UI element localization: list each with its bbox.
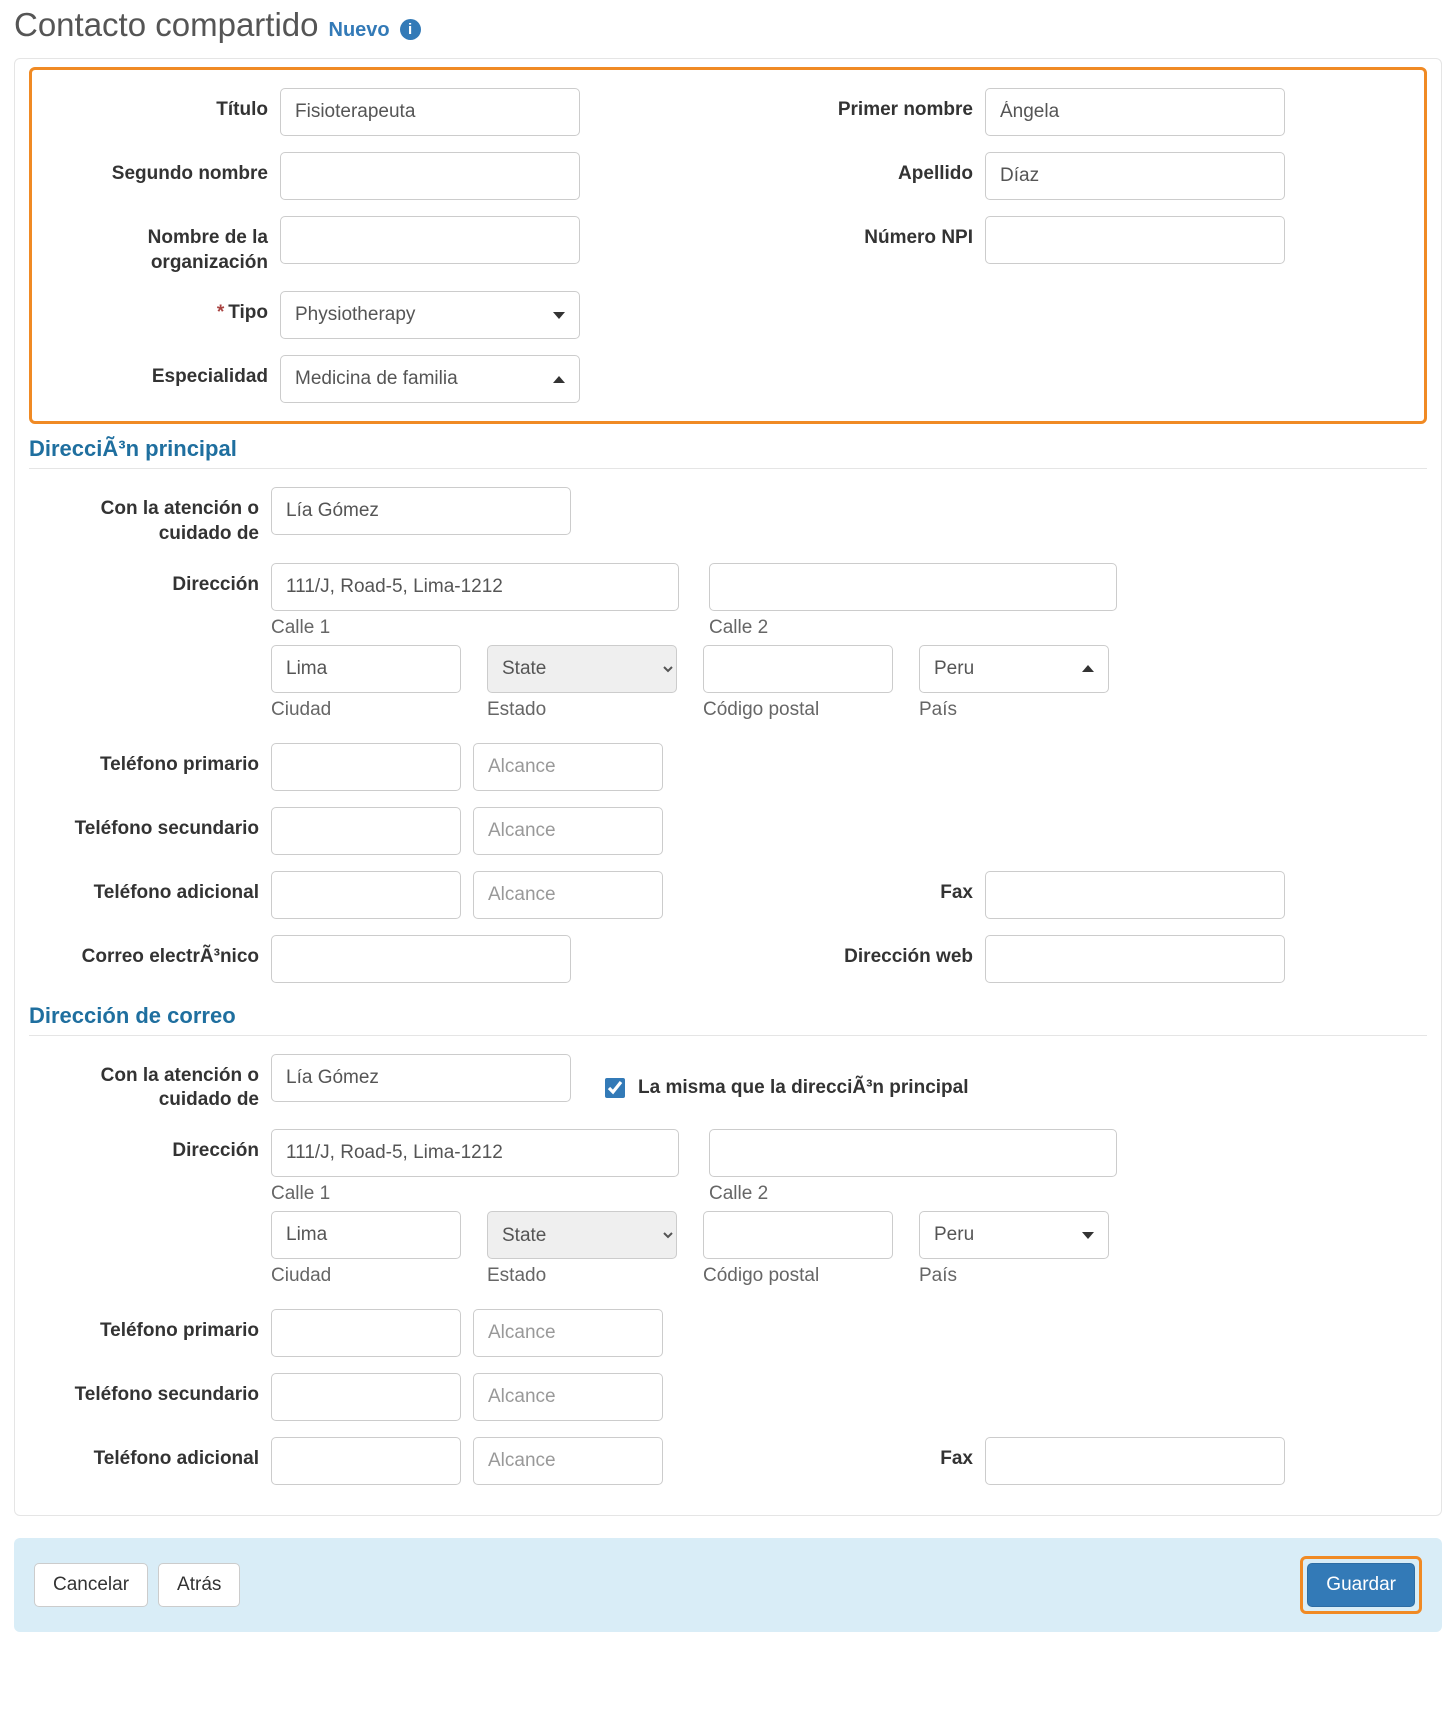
pais-dropdown-p[interactable]: Peru bbox=[919, 645, 1109, 693]
primer-nombre-input[interactable] bbox=[985, 88, 1285, 136]
titulo-input[interactable] bbox=[280, 88, 580, 136]
sublabel-cp-p: Código postal bbox=[703, 699, 893, 721]
label-tel3-p: Teléfono adicional bbox=[29, 871, 259, 906]
tel3-input-p[interactable] bbox=[271, 871, 461, 919]
sublabel-calle2-p: Calle 2 bbox=[709, 617, 1117, 639]
segundo-nombre-input[interactable] bbox=[280, 152, 580, 200]
sublabel-ciudad-p: Ciudad bbox=[271, 699, 461, 721]
page-subtitle: Nuevo bbox=[329, 19, 390, 42]
cp-input-c[interactable] bbox=[703, 1211, 893, 1259]
care-of-input-p[interactable] bbox=[271, 487, 571, 535]
sublabel-estado-c: Estado bbox=[487, 1265, 677, 1287]
alc1-input-c[interactable] bbox=[473, 1309, 663, 1357]
form-panel: Título Primer nombre Segundo nombre Apel… bbox=[14, 58, 1442, 1516]
label-org: Nombre de la organización bbox=[38, 216, 268, 275]
section-direccion-correo: Dirección de correo bbox=[29, 999, 1427, 1036]
label-tel1-p: Teléfono primario bbox=[29, 743, 259, 778]
label-tel3-c: Teléfono adicional bbox=[29, 1437, 259, 1472]
label-npi: Número NPI bbox=[743, 216, 973, 251]
calle1-input-p[interactable] bbox=[271, 563, 679, 611]
chevron-up-icon bbox=[1082, 665, 1094, 672]
same-as-primary-checkbox[interactable] bbox=[605, 1078, 625, 1098]
alc1-input-p[interactable] bbox=[473, 743, 663, 791]
email-input-p[interactable] bbox=[271, 935, 571, 983]
fax-input-p[interactable] bbox=[985, 871, 1285, 919]
ciudad-input-p[interactable] bbox=[271, 645, 461, 693]
sublabel-calle2-c: Calle 2 bbox=[709, 1183, 1117, 1205]
label-primer-nombre: Primer nombre bbox=[743, 88, 973, 123]
sublabel-pais-p: País bbox=[919, 699, 1109, 721]
info-icon[interactable]: i bbox=[400, 19, 421, 40]
label-care-of-c: Con la atención o cuidado de bbox=[29, 1054, 259, 1113]
tel3-input-c[interactable] bbox=[271, 1437, 461, 1485]
required-mark: * bbox=[217, 302, 224, 323]
alc3-input-p[interactable] bbox=[473, 871, 663, 919]
save-button-highlight: Guardar bbox=[1300, 1556, 1422, 1614]
label-segundo-nombre: Segundo nombre bbox=[38, 152, 268, 187]
calle2-input-p[interactable] bbox=[709, 563, 1117, 611]
same-as-primary-label: La misma que la direcciÃ³n principal bbox=[638, 1077, 969, 1099]
alc2-input-p[interactable] bbox=[473, 807, 663, 855]
ciudad-input-c[interactable] bbox=[271, 1211, 461, 1259]
back-button[interactable]: Atrás bbox=[158, 1563, 240, 1607]
label-fax-c: Fax bbox=[743, 1437, 973, 1472]
chevron-up-icon bbox=[553, 376, 565, 383]
sublabel-estado-p: Estado bbox=[487, 699, 677, 721]
web-input-p[interactable] bbox=[985, 935, 1285, 983]
footer-bar: Cancelar Atrás Guardar bbox=[14, 1538, 1442, 1632]
section-direccion-principal: DirecciÃ³n principal bbox=[29, 432, 1427, 469]
npi-input[interactable] bbox=[985, 216, 1285, 264]
label-direccion-c: Dirección bbox=[29, 1129, 259, 1164]
label-email-p: Correo electrÃ³nico bbox=[29, 935, 259, 970]
tel2-input-c[interactable] bbox=[271, 1373, 461, 1421]
label-tipo: *Tipo bbox=[38, 291, 268, 326]
label-titulo: Título bbox=[38, 88, 268, 123]
alc3-input-c[interactable] bbox=[473, 1437, 663, 1485]
chevron-down-icon bbox=[1082, 1232, 1094, 1239]
cancel-button[interactable]: Cancelar bbox=[34, 1563, 148, 1607]
identity-section: Título Primer nombre Segundo nombre Apel… bbox=[29, 67, 1427, 424]
care-of-input-c[interactable] bbox=[271, 1054, 571, 1102]
page-title: Contacto compartido bbox=[14, 6, 319, 44]
org-input[interactable] bbox=[280, 216, 580, 264]
estado-select-p[interactable]: State bbox=[487, 645, 677, 693]
label-tel2-p: Teléfono secundario bbox=[29, 807, 259, 842]
sublabel-calle1-p: Calle 1 bbox=[271, 617, 679, 639]
tel1-input-p[interactable] bbox=[271, 743, 461, 791]
sublabel-cp-c: Código postal bbox=[703, 1265, 893, 1287]
save-button[interactable]: Guardar bbox=[1307, 1563, 1415, 1607]
sublabel-ciudad-c: Ciudad bbox=[271, 1265, 461, 1287]
calle2-input-c[interactable] bbox=[709, 1129, 1117, 1177]
tel1-input-c[interactable] bbox=[271, 1309, 461, 1357]
sublabel-pais-c: País bbox=[919, 1265, 1109, 1287]
label-care-of-p: Con la atención o cuidado de bbox=[29, 487, 259, 546]
chevron-down-icon bbox=[553, 312, 565, 319]
label-especialidad: Especialidad bbox=[38, 355, 268, 390]
alc2-input-c[interactable] bbox=[473, 1373, 663, 1421]
sublabel-calle1-c: Calle 1 bbox=[271, 1183, 679, 1205]
estado-select-c[interactable]: State bbox=[487, 1211, 677, 1259]
label-direccion-p: Dirección bbox=[29, 563, 259, 598]
especialidad-dropdown[interactable]: Medicina de familia bbox=[280, 355, 580, 403]
cp-input-p[interactable] bbox=[703, 645, 893, 693]
pais-dropdown-c[interactable]: Peru bbox=[919, 1211, 1109, 1259]
label-web-p: Dirección web bbox=[743, 935, 973, 970]
apellido-input[interactable] bbox=[985, 152, 1285, 200]
calle1-input-c[interactable] bbox=[271, 1129, 679, 1177]
label-fax-p: Fax bbox=[743, 871, 973, 906]
tipo-dropdown[interactable]: Physiotherapy bbox=[280, 291, 580, 339]
label-tel2-c: Teléfono secundario bbox=[29, 1373, 259, 1408]
fax-input-c[interactable] bbox=[985, 1437, 1285, 1485]
label-apellido: Apellido bbox=[743, 152, 973, 187]
tel2-input-p[interactable] bbox=[271, 807, 461, 855]
page-header: Contacto compartido Nuevo i bbox=[14, 0, 1442, 58]
label-tel1-c: Teléfono primario bbox=[29, 1309, 259, 1344]
